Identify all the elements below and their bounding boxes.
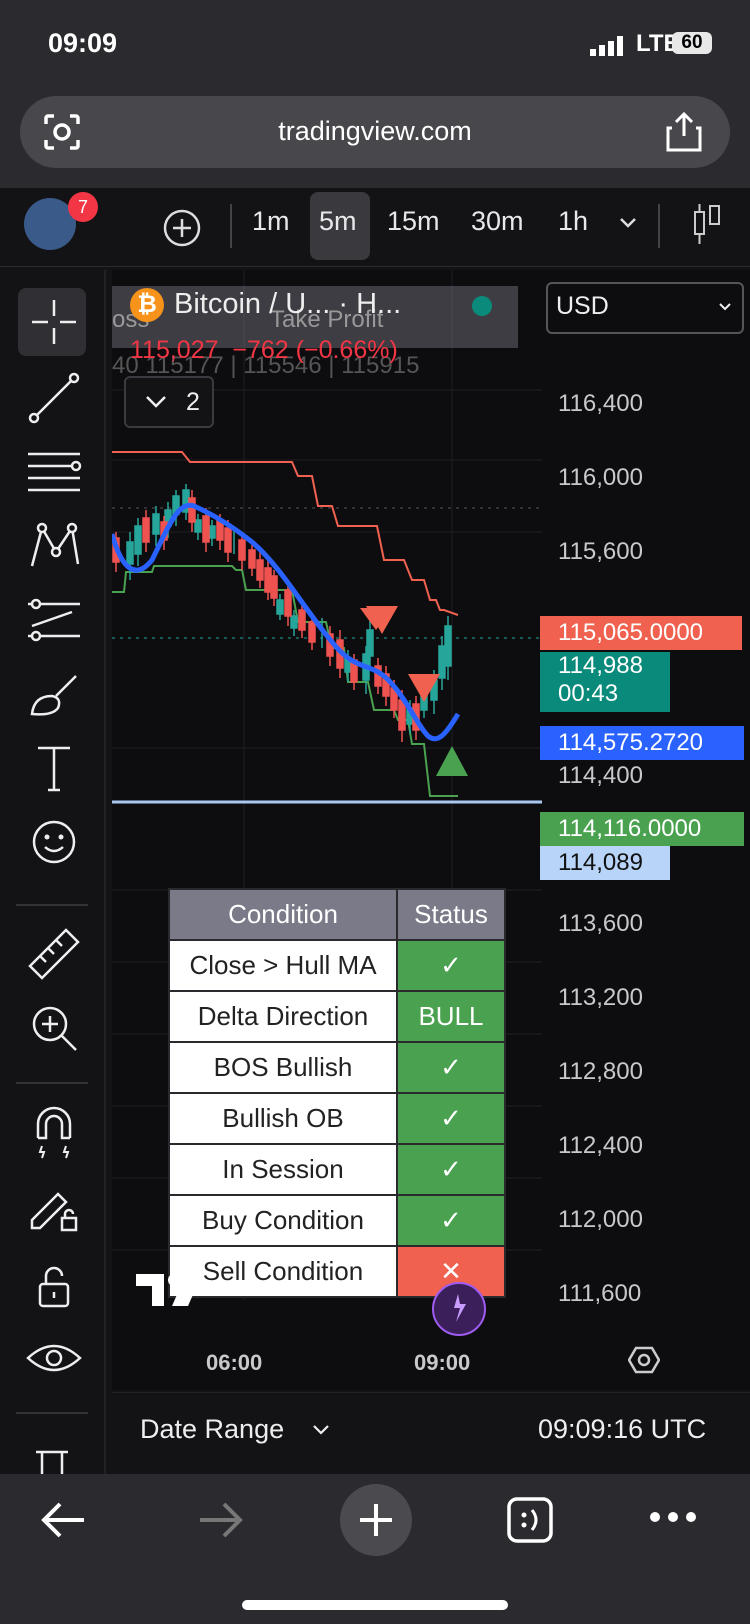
chevron-down-icon[interactable] — [618, 216, 638, 230]
date-range-button[interactable]: Date Range — [140, 1414, 284, 1445]
fib-icon[interactable] — [22, 440, 86, 504]
price-tick: 114,400 — [558, 762, 643, 789]
trend-line-icon[interactable] — [22, 366, 86, 430]
divider — [16, 1082, 88, 1084]
table-header-row: Condition Status — [168, 888, 506, 941]
table-row: Close > Hull MA ✓ — [168, 939, 506, 992]
divider — [16, 904, 88, 906]
price-tick: 113,200 — [558, 984, 643, 1011]
price-tick: 113,600 — [558, 910, 643, 937]
add-symbol-icon[interactable] — [162, 208, 202, 248]
table-row: In Session ✓ — [168, 1143, 506, 1196]
price-tick: 111,600 — [558, 1280, 642, 1307]
condition-table: Condition Status Close > Hull MA ✓ Delta … — [168, 888, 506, 1298]
ruler-icon[interactable] — [22, 922, 86, 986]
forecast-icon[interactable] — [22, 588, 86, 652]
candles-icon[interactable] — [692, 200, 722, 248]
price-tick: 112,400 — [558, 1132, 643, 1159]
time-tick: 09:00 — [414, 1350, 471, 1375]
price-tick: 112,800 — [558, 1058, 643, 1085]
crosshair-icon[interactable] — [22, 290, 86, 354]
back-icon[interactable] — [38, 1500, 88, 1540]
timeframe-1h[interactable]: 1h — [558, 206, 588, 237]
chevron-down-icon — [719, 303, 731, 311]
currency-value: USD — [556, 292, 609, 320]
table-row: Delta Direction BULL — [168, 990, 506, 1043]
status-cell: ✓ — [396, 1092, 506, 1145]
buy-triangle — [436, 746, 468, 776]
divider — [230, 204, 232, 248]
text-icon[interactable] — [22, 736, 86, 800]
chevron-down-icon — [313, 1425, 329, 1435]
price-change: 115,027 −762 (−0.66%) — [130, 336, 398, 364]
trash-icon[interactable] — [32, 1446, 72, 1474]
timeframe-5m[interactable]: 5m — [319, 206, 357, 237]
share-icon[interactable] — [664, 110, 704, 154]
forward-icon — [200, 1502, 243, 1538]
condition-cell: BOS Bullish — [168, 1041, 398, 1094]
zoom-in-icon[interactable] — [22, 996, 86, 1060]
divider — [658, 204, 660, 248]
table-row: BOS Bullish ✓ — [168, 1041, 506, 1094]
home-indicator[interactable] — [242, 1600, 508, 1610]
price-tick: 115,600 — [558, 538, 643, 565]
indicators-count: 2 — [186, 388, 200, 416]
pattern-icon[interactable] — [22, 514, 86, 578]
utc-clock[interactable]: 09:09:16 UTC — [538, 1414, 706, 1445]
plus-icon — [360, 1504, 392, 1536]
lens-icon[interactable] — [42, 112, 82, 152]
lock-drawing-icon[interactable] — [22, 1176, 86, 1240]
condition-cell: Buy Condition — [168, 1194, 398, 1247]
chevron-down-icon — [146, 396, 166, 408]
market-status-dot — [472, 296, 492, 316]
hull-ma-line — [112, 502, 461, 742]
table-row: Bullish OB ✓ — [168, 1092, 506, 1145]
eye-icon[interactable] — [22, 1328, 86, 1392]
more-icon[interactable] — [648, 1510, 698, 1524]
status-cell: ✓ — [396, 1143, 506, 1196]
settings-icon[interactable] — [628, 1344, 660, 1376]
bar-countdown: 00:43 — [558, 680, 619, 707]
condition-cell: Delta Direction — [168, 990, 398, 1043]
time-tick: 06:00 — [206, 1350, 263, 1375]
brush-icon[interactable] — [22, 662, 86, 726]
header-status: Status — [396, 888, 506, 941]
symbol-title[interactable]: Bitcoin / U... · H... — [174, 288, 401, 321]
condition-cell: Close > Hull MA — [168, 939, 398, 992]
level-tag: 114,089 — [540, 846, 670, 880]
signal-icon — [590, 36, 623, 56]
price-tick: 116,000 — [558, 464, 643, 491]
condition-cell: In Session — [168, 1143, 398, 1196]
table-row: Buy Condition ✓ — [168, 1194, 506, 1247]
condition-cell: Bullish OB — [168, 1092, 398, 1145]
url-text[interactable]: tradingview.com — [160, 116, 590, 147]
magnet-icon[interactable] — [22, 1102, 86, 1166]
stop-price-tag: 115,065.0000 — [540, 616, 742, 650]
price-tick: 116,400 — [558, 390, 643, 417]
emoji-icon[interactable] — [22, 810, 86, 874]
divider — [16, 1412, 88, 1414]
support-tag: 114,116.0000 — [540, 812, 744, 846]
bitcoin-icon: ₿ — [130, 288, 164, 322]
timeframe-15m[interactable]: 15m — [387, 206, 440, 237]
timeframe-30m[interactable]: 30m — [471, 206, 524, 237]
price-tick: 112,000 — [558, 1206, 643, 1233]
unlock-icon[interactable] — [22, 1254, 86, 1318]
tradingview-logo — [136, 1274, 202, 1306]
status-cell: ✓ — [396, 1041, 506, 1094]
status-cell: ✓ — [396, 939, 506, 992]
sparkle-icon — [454, 1294, 466, 1322]
status-cell: BULL — [396, 990, 506, 1043]
status-cell: ✓ — [396, 1194, 506, 1247]
status-time: 09:09 — [48, 28, 118, 58]
candles — [112, 484, 452, 742]
battery-level: 60 — [672, 32, 712, 54]
timeframe-1m[interactable]: 1m — [252, 206, 290, 237]
indicators-toggle[interactable] — [124, 376, 214, 428]
header-condition: Condition — [168, 888, 398, 941]
hull-ma-tag: 114,575.2720 — [540, 726, 744, 760]
notification-badge: 7 — [68, 192, 98, 222]
tabs-icon[interactable] — [506, 1496, 554, 1544]
last-price: 114,988 — [558, 652, 643, 679]
